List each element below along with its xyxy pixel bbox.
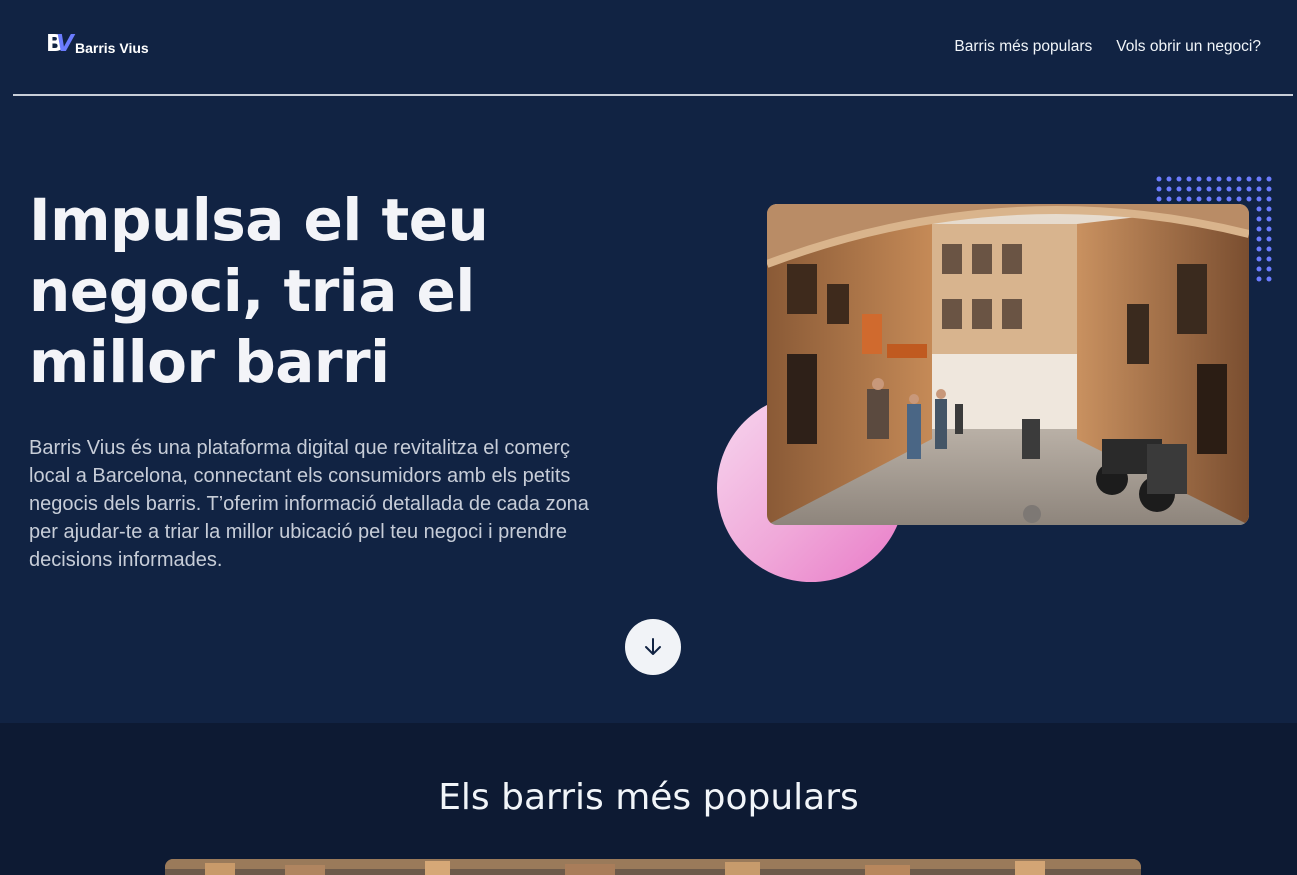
nav-link-popular-neighborhoods[interactable]: Barris més populars [954, 38, 1092, 56]
street-illustration [767, 204, 1249, 525]
popular-section-title: Els barris més populars [438, 777, 859, 818]
popular-neighborhoods-section: Els barris més populars [0, 723, 1297, 875]
logo-mark: B V [46, 31, 74, 57]
nav-link-open-business[interactable]: Vols obrir un negoci? [1116, 38, 1261, 56]
main-nav: Barris més populars Vols obrir un negoci… [954, 38, 1261, 56]
scroll-down-button[interactable] [625, 619, 681, 675]
header-divider [13, 94, 1293, 96]
site-header: B V Barris Vius Barris més populars Vols… [0, 0, 1297, 96]
logo-link[interactable]: B V Barris Vius [46, 30, 149, 56]
hero-description: Barris Vius és una plataforma digital qu… [29, 437, 589, 571]
hero-street-photo [767, 204, 1249, 525]
city-aerial-photo [165, 859, 1141, 875]
logo-text: Barris Vius [75, 40, 149, 56]
hero-title: Impulsa el teu negoci, tria el millor ba… [29, 186, 489, 396]
arrow-down-icon [645, 638, 661, 655]
